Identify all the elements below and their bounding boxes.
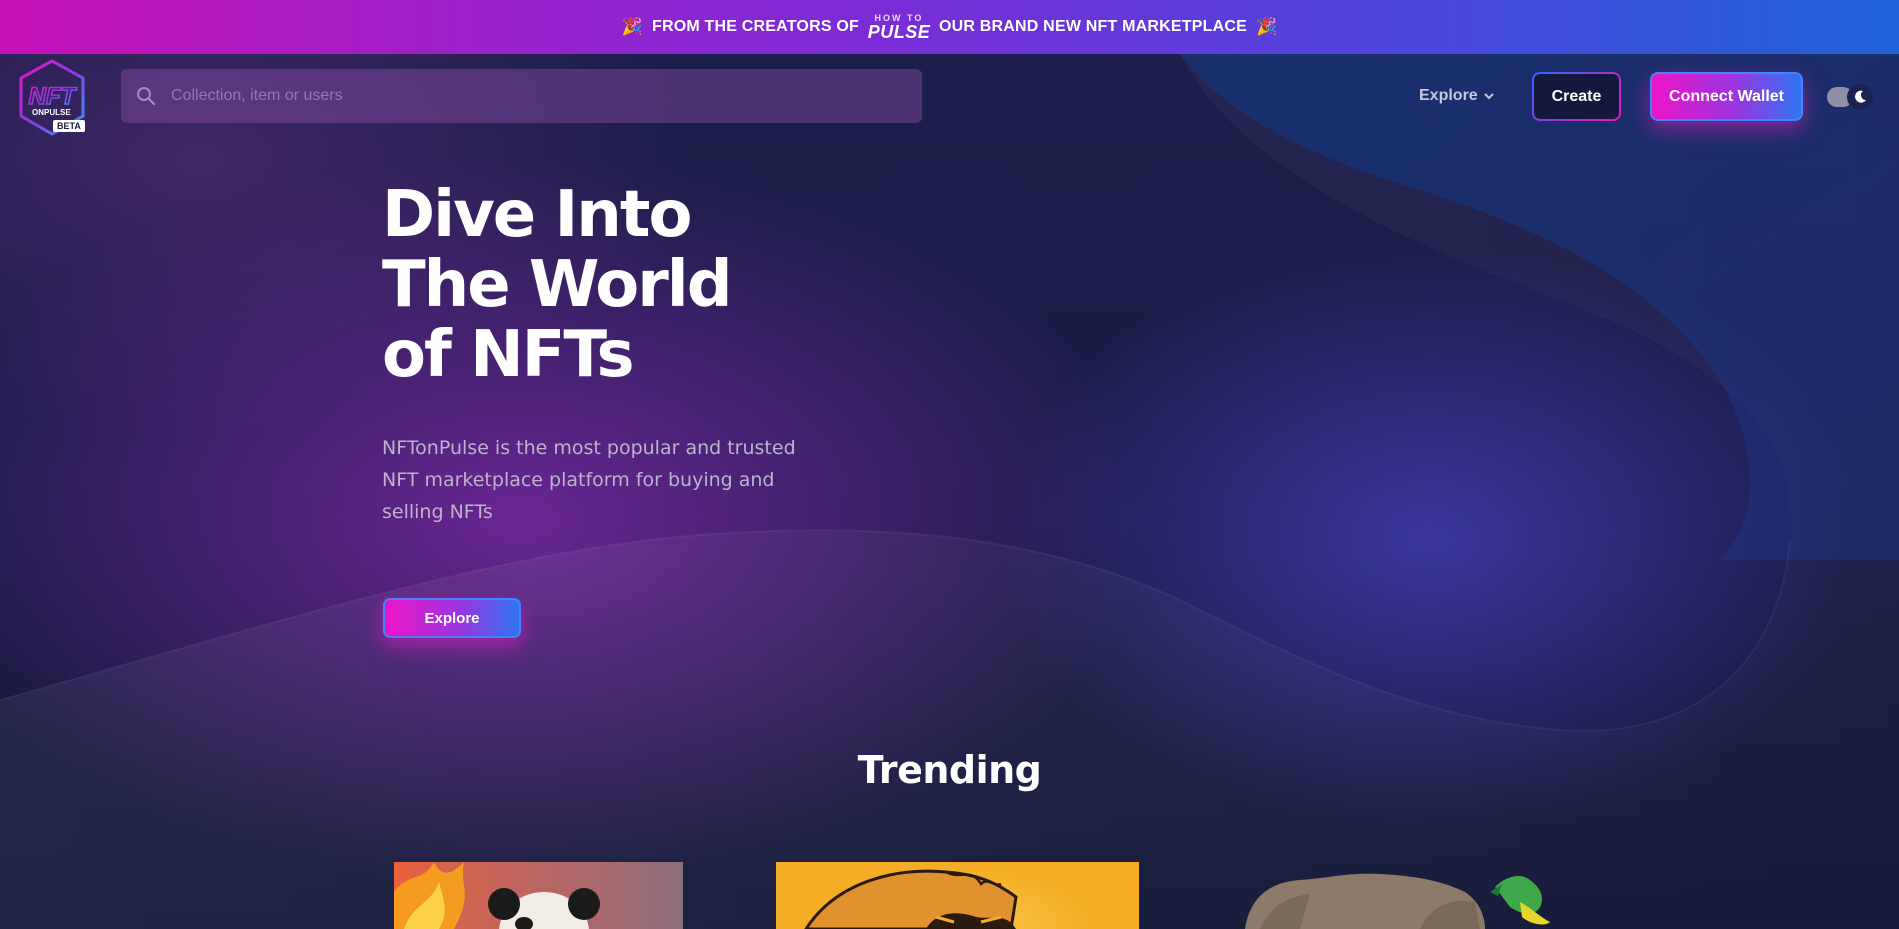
howtopulse-logo[interactable]: HOW TO PULSE <box>868 7 930 47</box>
search-icon <box>135 85 157 107</box>
logo-nft-text: NFT <box>29 83 78 110</box>
chevron-down-icon <box>1483 87 1494 105</box>
connect-wallet-button[interactable]: Connect Wallet <box>1650 72 1803 121</box>
party-popper-icon: 🎉 <box>1255 17 1278 36</box>
banner-suffix-text: OUR BRAND NEW NFT MARKETPLACE <box>938 18 1247 35</box>
wave-blue <box>1180 54 1899 560</box>
site-logo[interactable]: NFT ONPULSE BETA <box>16 58 88 138</box>
create-button-label: Create <box>1534 74 1619 119</box>
trending-card-fox[interactable] <box>776 862 1139 929</box>
hero-title: Dive Into The World of NFTs <box>382 180 882 390</box>
theme-toggle-knob <box>1847 84 1873 110</box>
fox-nft-image <box>804 869 1018 929</box>
beta-badge: BETA <box>53 120 85 132</box>
theme-toggle[interactable] <box>1827 84 1877 110</box>
trending-card-elephant[interactable] <box>1240 862 1580 929</box>
logo-subtext: ONPULSE <box>32 108 71 117</box>
nav-explore-label: Explore <box>1419 87 1478 104</box>
announcement-banner[interactable]: 🎉 FROM THE CREATORS OF HOW TO PULSE OUR … <box>0 0 1899 54</box>
hero-title-line-2: The World <box>382 248 733 322</box>
search-bar[interactable] <box>121 69 922 123</box>
hero-title-line-3: of NFTs <box>382 318 635 392</box>
search-input[interactable] <box>171 69 911 123</box>
howtopulse-logo-bottom: PULSE <box>867 21 931 42</box>
hero-description: NFTonPulse is the most popular and trust… <box>382 437 796 523</box>
moon-icon <box>1855 90 1866 103</box>
party-popper-icon: 🎉 <box>621 17 643 36</box>
create-button[interactable]: Create <box>1532 72 1621 121</box>
trending-card-panda[interactable] <box>394 862 683 929</box>
trending-heading: Trending <box>857 748 1042 792</box>
hero-title-line-1: Dive Into <box>382 178 692 252</box>
hero-explore-button[interactable]: Explore <box>383 598 521 638</box>
panda-nft-image <box>394 862 600 929</box>
elephant-nft-image <box>1245 873 1550 929</box>
banner-prefix-text: FROM THE CREATORS OF <box>652 18 859 35</box>
nav-explore-dropdown[interactable]: Explore <box>1419 85 1494 107</box>
